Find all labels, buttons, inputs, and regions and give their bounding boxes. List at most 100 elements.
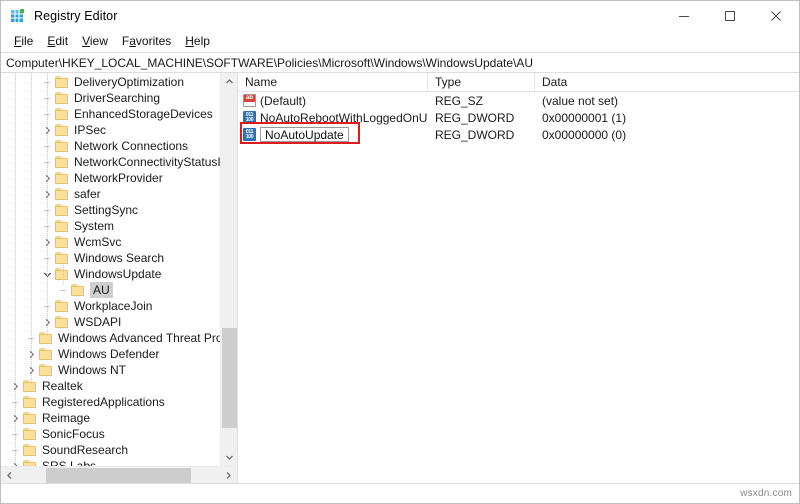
tree-item-reimage[interactable]: Reimage bbox=[1, 410, 220, 426]
tree-horizontal-scrollbar[interactable] bbox=[1, 466, 237, 483]
tree-item-label: SRS Labs bbox=[42, 459, 97, 466]
tree-guide-line bbox=[63, 263, 64, 285]
tree-scroll-down-icon[interactable] bbox=[221, 449, 237, 466]
tree-item-label: Reimage bbox=[42, 411, 91, 425]
value-name-cell[interactable]: ab (Default) bbox=[238, 94, 428, 108]
title-bar: Registry Editor bbox=[1, 1, 799, 31]
tree-item-registeredapplications[interactable]: RegisteredApplications bbox=[1, 394, 220, 410]
tree-item-label: Windows NT bbox=[58, 363, 127, 377]
folder-icon bbox=[55, 268, 69, 280]
watermark-text: wsxdn.com bbox=[740, 488, 792, 499]
tree-item-label: SettingSync bbox=[74, 203, 139, 217]
tree-item-windows-nt[interactable]: Windows NT bbox=[1, 362, 220, 378]
menu-file[interactable]: File bbox=[7, 32, 40, 51]
tree-item-label: AU bbox=[90, 282, 113, 298]
folder-icon bbox=[23, 444, 37, 456]
tree-item-label: WindowsUpdate bbox=[74, 267, 162, 281]
tree-item-label: DeliveryOptimization bbox=[74, 75, 185, 89]
tree-item-deliveryoptimization[interactable]: DeliveryOptimization bbox=[1, 74, 220, 90]
column-header-name[interactable]: Name bbox=[238, 73, 428, 91]
window-title: Registry Editor bbox=[34, 9, 118, 23]
folder-icon bbox=[55, 172, 69, 184]
tree-horizontal-scroll-thumb[interactable] bbox=[46, 468, 191, 483]
tree-item-wsdapi[interactable]: WSDAPI bbox=[1, 314, 220, 330]
tree-item-label: SoundResearch bbox=[42, 443, 129, 457]
value-row[interactable]: 011 100 NoAutoUpdate REG_DWORD 0x00000000 (0… bbox=[238, 126, 799, 143]
tree-item-networkconnectivitystatusindi[interactable]: NetworkConnectivityStatusIndi bbox=[1, 154, 220, 170]
tree-item-label: EnhancedStorageDevices bbox=[74, 107, 213, 121]
address-bar[interactable]: Computer\HKEY_LOCAL_MACHINE\SOFTWARE\Pol… bbox=[1, 52, 799, 73]
folder-icon bbox=[23, 412, 37, 424]
tree-item-ipsec[interactable]: IPSec bbox=[1, 122, 220, 138]
maximize-icon[interactable] bbox=[707, 1, 753, 31]
menu-help[interactable]: Help bbox=[178, 32, 217, 51]
value-row[interactable]: 011 100 NoAutoRebootWithLoggedOnU... REG_DW… bbox=[238, 109, 799, 126]
value-name-label: (Default) bbox=[260, 93, 307, 108]
tree-item-driversearching[interactable]: DriverSearching bbox=[1, 90, 220, 106]
registry-tree: DeliveryOptimization DriverSearching Enhan… bbox=[1, 73, 220, 466]
folder-icon bbox=[55, 76, 69, 88]
folder-icon bbox=[55, 140, 69, 152]
tree-vertical-scroll-thumb[interactable] bbox=[222, 328, 237, 428]
tree-item-label: System bbox=[74, 219, 115, 233]
tree-scroll-left-icon[interactable] bbox=[1, 467, 18, 483]
tree-item-windows-defender[interactable]: Windows Defender bbox=[1, 346, 220, 362]
tree-item-realtek[interactable]: Realtek bbox=[1, 378, 220, 394]
menu-bar: File Edit View Favorites Help bbox=[1, 31, 799, 52]
tree-item-windows-advanced-threat-prote[interactable]: Windows Advanced Threat Prote bbox=[1, 330, 220, 346]
column-header-type[interactable]: Type bbox=[428, 73, 535, 91]
value-name-cell[interactable]: 011 100 NoAutoUpdate bbox=[238, 127, 428, 142]
tree-item-label: NetworkConnectivityStatusIndi bbox=[74, 155, 220, 169]
menu-view[interactable]: View bbox=[75, 32, 115, 51]
tree-item-label: IPSec bbox=[74, 123, 107, 137]
tree-scroll-up-icon[interactable] bbox=[221, 73, 237, 90]
tree-item-soundresearch[interactable]: SoundResearch bbox=[1, 442, 220, 458]
value-row[interactable]: ab (Default) REG_SZ (value not set) bbox=[238, 92, 799, 109]
tree-item-enhancedstoragedevices[interactable]: EnhancedStorageDevices bbox=[1, 106, 220, 122]
minimize-icon[interactable] bbox=[661, 1, 707, 31]
tree-item-windows-search[interactable]: Windows Search bbox=[1, 250, 220, 266]
tree-item-label: SonicFocus bbox=[42, 427, 105, 441]
tree-item-settingsync[interactable]: SettingSync bbox=[1, 202, 220, 218]
folder-icon bbox=[39, 348, 53, 360]
folder-icon bbox=[23, 428, 37, 440]
tree-item-label: RegisteredApplications bbox=[42, 395, 165, 409]
tree-item-windowsupdate[interactable]: WindowsUpdate bbox=[1, 266, 220, 282]
registry-editor-window: Registry Editor File Edit View Favorites… bbox=[0, 0, 800, 504]
dword-value-icon: 011 100 bbox=[243, 111, 256, 124]
tree-item-au[interactable]: AU bbox=[1, 282, 220, 298]
menu-edit[interactable]: Edit bbox=[40, 32, 75, 51]
column-header-data[interactable]: Data bbox=[535, 73, 799, 91]
registry-values-list: ab (Default) REG_SZ (value not set) 011 100 No… bbox=[238, 92, 799, 143]
value-name-label: NoAutoRebootWithLoggedOnU... bbox=[260, 110, 428, 125]
close-icon[interactable] bbox=[753, 1, 799, 31]
tree-scroll-right-icon[interactable] bbox=[220, 467, 237, 483]
registry-editor-icon bbox=[10, 8, 26, 24]
value-name-cell[interactable]: 011 100 NoAutoRebootWithLoggedOnU... bbox=[238, 111, 428, 125]
tree-item-label: DriverSearching bbox=[74, 91, 161, 105]
tree-item-wcmsvc[interactable]: WcmSvc bbox=[1, 234, 220, 250]
tree-item-network-connections[interactable]: Network Connections bbox=[1, 138, 220, 154]
tree-item-workplacejoin[interactable]: WorkplaceJoin bbox=[1, 298, 220, 314]
dword-value-icon: 011 100 bbox=[243, 128, 256, 141]
folder-icon bbox=[55, 252, 69, 264]
tree-item-system[interactable]: System bbox=[1, 218, 220, 234]
tree-vertical-scrollbar[interactable] bbox=[220, 73, 237, 466]
tree-item-sonicfocus[interactable]: SonicFocus bbox=[1, 426, 220, 442]
tree-item-label: Windows Defender bbox=[58, 347, 160, 361]
folder-icon bbox=[55, 236, 69, 248]
menu-favorites[interactable]: Favorites bbox=[115, 32, 178, 51]
value-rename-input[interactable]: NoAutoUpdate bbox=[260, 127, 349, 142]
tree-item-label: Windows Advanced Threat Prote bbox=[58, 331, 220, 345]
tree-item-networkprovider[interactable]: NetworkProvider bbox=[1, 170, 220, 186]
tree-item-safer[interactable]: safer bbox=[1, 186, 220, 202]
tree-item-srs-labs[interactable]: SRS Labs bbox=[1, 458, 220, 466]
